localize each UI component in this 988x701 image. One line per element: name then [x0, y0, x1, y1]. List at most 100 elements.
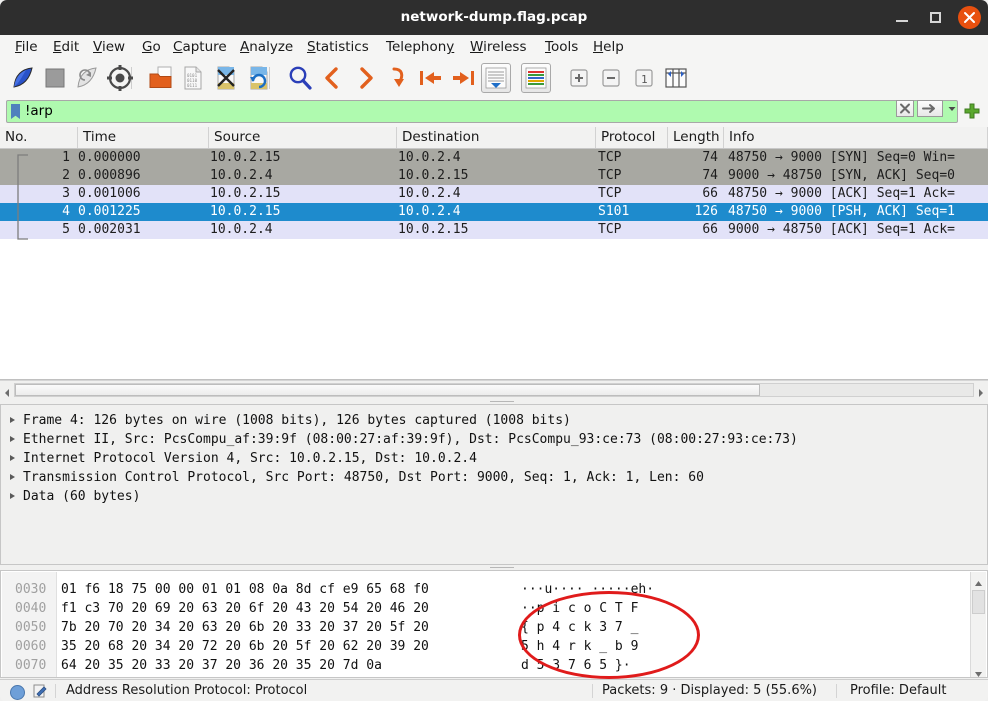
menu-capture[interactable]: Capture — [168, 35, 232, 59]
svg-text:1: 1 — [641, 73, 648, 86]
colorize-button[interactable] — [521, 63, 551, 93]
title-bar: network-dump.flag.pcap — [0, 0, 988, 35]
start-capture-button[interactable] — [8, 63, 38, 93]
detail-tree-item[interactable]: Data (60 bytes) — [1, 487, 987, 506]
expand-arrow-icon[interactable] — [10, 474, 15, 480]
go-forward-button[interactable] — [351, 63, 381, 93]
cell-source: 10.0.2.15 — [210, 203, 398, 221]
packet-list[interactable]: No.TimeSourceDestinationProtocolLengthIn… — [0, 127, 988, 380]
close-file-icon — [211, 63, 241, 93]
menu-view[interactable]: View — [88, 35, 130, 59]
packet-list-hscrollbar[interactable] — [0, 380, 988, 400]
reload-file-button[interactable] — [244, 63, 274, 93]
expand-arrow-icon[interactable] — [10, 493, 15, 499]
menu-tools[interactable]: Tools — [540, 35, 583, 59]
column-header-info[interactable]: Info — [724, 127, 988, 148]
arrow-right-icon — [918, 101, 942, 116]
hex-ascii: ··p i c o C T F — [521, 599, 638, 618]
autoscroll-icon — [482, 64, 510, 92]
filter-clear-button[interactable] — [896, 100, 914, 117]
detail-tree-item[interactable]: Internet Protocol Version 4, Src: 10.0.2… — [1, 449, 987, 468]
expert-info-icon[interactable] — [10, 685, 25, 700]
menu-analyze[interactable]: Analyze — [235, 35, 298, 59]
open-file-button[interactable] — [146, 63, 176, 93]
resize-columns-button[interactable] — [661, 63, 691, 93]
zoom-in-button[interactable] — [564, 63, 594, 93]
hex-dump-row[interactable]: 006035 20 68 20 34 20 72 20 6b 20 5f 20 … — [1, 637, 971, 656]
packet-row[interactable]: 30.00100610.0.2.1510.0.2.4TCP6648750 → 9… — [0, 185, 988, 203]
hex-ascii: 5 h 4 r k _ b 9 — [521, 637, 638, 656]
cell-no: 4 — [0, 203, 70, 221]
filter-add-button[interactable] — [962, 101, 982, 121]
packet-row[interactable]: 10.00000010.0.2.1510.0.2.4TCP7448750 → 9… — [0, 149, 988, 167]
status-separator — [836, 684, 837, 698]
hex-vscrollbar[interactable] — [970, 572, 986, 678]
capture-options-button[interactable] — [105, 63, 135, 93]
zoom-reset-icon: 1 — [629, 63, 659, 93]
packet-row[interactable]: 20.00089610.0.2.410.0.2.15TCP749000 → 48… — [0, 167, 988, 185]
column-header-destination[interactable]: Destination — [397, 127, 596, 148]
menu-wireless[interactable]: Wireless — [465, 35, 532, 59]
expand-arrow-icon[interactable] — [10, 417, 15, 423]
maximize-button[interactable] — [927, 9, 945, 27]
filter-apply-button[interactable] — [917, 100, 943, 117]
expand-arrow-icon[interactable] — [10, 436, 15, 442]
hex-vscrollbar-thumb[interactable] — [972, 590, 985, 614]
resize-columns-icon — [661, 63, 691, 93]
go-to-first-button[interactable] — [415, 63, 445, 93]
menu-edit[interactable]: Edit — [48, 35, 84, 59]
packet-list-header: No.TimeSourceDestinationProtocolLengthIn… — [0, 127, 988, 149]
packet-row[interactable]: 40.00122510.0.2.1510.0.2.4S10112648750 →… — [0, 203, 988, 221]
hex-dump-row[interactable]: 003001 f6 18 75 00 00 01 01 08 0a 8d cf … — [1, 580, 971, 599]
column-header-length[interactable]: Length — [668, 127, 724, 148]
zoom-reset-button[interactable]: 1 — [629, 63, 659, 93]
scroll-up-arrow-icon[interactable] — [973, 574, 984, 585]
go-to-last-button[interactable] — [449, 63, 479, 93]
find-packet-button[interactable] — [285, 63, 315, 93]
filter-bookmark-icon[interactable] — [11, 104, 20, 119]
hex-dump-row[interactable]: 007064 20 35 20 33 20 37 20 36 20 35 20 … — [1, 656, 971, 675]
column-header-source[interactable]: Source — [209, 127, 397, 148]
restart-capture-button[interactable] — [72, 63, 102, 93]
go-back-button[interactable] — [317, 63, 347, 93]
menu-go[interactable]: Go — [137, 35, 166, 59]
expand-arrow-icon[interactable] — [10, 455, 15, 461]
filter-history-dropdown[interactable] — [945, 100, 959, 117]
menu-statistics[interactable]: Statistics — [302, 35, 374, 59]
scroll-left-arrow-icon[interactable] — [2, 384, 13, 396]
cell-protocol: TCP — [598, 149, 670, 167]
packet-row[interactable]: 50.00203110.0.2.410.0.2.15TCP669000 → 48… — [0, 221, 988, 239]
menu-file[interactable]: File — [10, 35, 43, 59]
menu-telephony[interactable]: Telephony — [381, 35, 459, 59]
hex-dump-row[interactable]: 00507b 20 70 20 34 20 63 20 6b 20 33 20 … — [1, 618, 971, 637]
detail-tree-item[interactable]: Frame 4: 126 bytes on wire (1008 bits), … — [1, 411, 987, 430]
display-filter-input[interactable]: !arp — [6, 100, 958, 123]
go-to-packet-button[interactable] — [383, 63, 413, 93]
status-separator — [592, 684, 593, 698]
packet-details-pane[interactable]: Frame 4: 126 bytes on wire (1008 bits), … — [0, 404, 988, 565]
close-file-button[interactable] — [211, 63, 241, 93]
scroll-down-arrow-icon[interactable] — [973, 665, 984, 676]
go-to-last-icon — [449, 63, 479, 93]
column-header-no[interactable]: No. — [0, 127, 78, 148]
column-header-time[interactable]: Time — [78, 127, 209, 148]
column-header-protocol[interactable]: Protocol — [596, 127, 668, 148]
capture-comment-icon[interactable] — [33, 684, 48, 699]
cell-protocol: S101 — [598, 203, 670, 221]
scroll-right-arrow-icon[interactable] — [975, 384, 986, 396]
stop-capture-button[interactable] — [40, 63, 70, 93]
minimize-button[interactable] — [893, 9, 911, 27]
filter-value: !arp — [25, 101, 53, 122]
cell-no: 1 — [0, 149, 70, 167]
detail-tree-item[interactable]: Ethernet II, Src: PcsCompu_af:39:9f (08:… — [1, 430, 987, 449]
menu-help[interactable]: Help — [588, 35, 629, 59]
detail-tree-item[interactable]: Transmission Control Protocol, Src Port:… — [1, 468, 987, 487]
zoom-out-button[interactable] — [596, 63, 626, 93]
close-button[interactable] — [958, 6, 981, 29]
hex-dump-row[interactable]: 0040f1 c3 70 20 69 20 63 20 6f 20 43 20 … — [1, 599, 971, 618]
save-file-button[interactable]: 0101 0110 0111 — [178, 63, 208, 93]
hex-bytes: f1 c3 70 20 69 20 63 20 6f 20 43 20 54 2… — [61, 599, 429, 618]
packet-bytes-pane[interactable]: 003001 f6 18 75 00 00 01 01 08 0a 8d cf … — [0, 570, 988, 678]
autoscroll-button[interactable] — [481, 63, 511, 93]
hscrollbar-thumb[interactable] — [15, 384, 760, 396]
